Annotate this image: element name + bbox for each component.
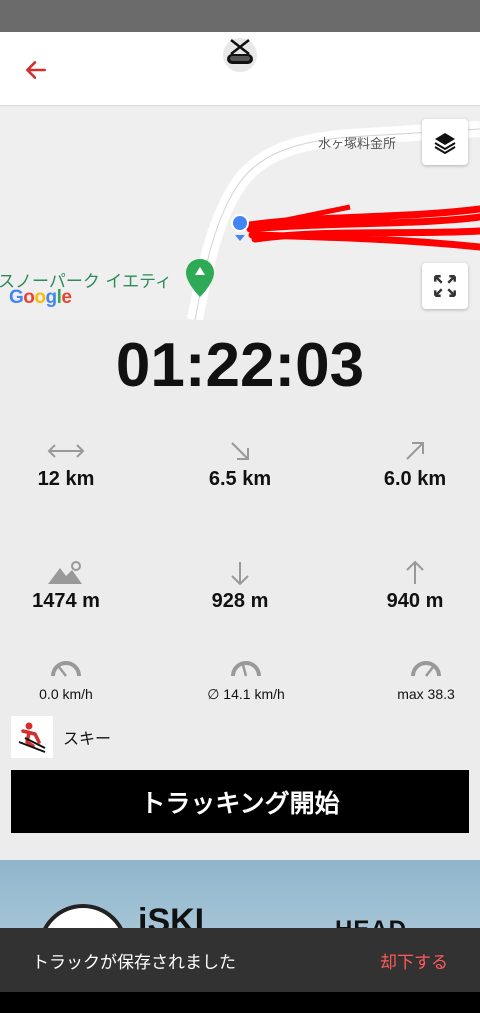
activity-icon-box (11, 716, 53, 758)
current-speed-value: 0.0 km/h (39, 686, 93, 702)
distance-value: 12 km (37, 468, 95, 490)
back-button[interactable] (18, 52, 54, 88)
fullscreen-button[interactable] (422, 263, 468, 309)
arrow-down-right-icon (231, 442, 249, 460)
ascent-distance-value: 6.0 km (383, 468, 447, 490)
arrow-up-right-icon (406, 442, 424, 460)
speedometer-icon (231, 661, 261, 677)
stat-altitude: 1474 m (0, 558, 146, 613)
layers-icon (434, 133, 456, 154)
descent-height-value: 928 m (211, 590, 269, 612)
start-tracking-button[interactable]: トラッキング開始 (11, 770, 469, 833)
arrow-up-icon (406, 560, 424, 584)
arrow-down-icon (231, 562, 249, 586)
stat-distance: 12 km (0, 436, 146, 491)
stat-ascent-height: 940 m (335, 558, 480, 613)
stat-descent-height: 928 m (160, 558, 320, 613)
max-speed-value: max 38.3 (397, 686, 455, 702)
speedometer-icon (411, 661, 441, 677)
snackbar-message: トラックが保存されました (32, 952, 236, 973)
activity-selector[interactable]: スキー (11, 716, 111, 758)
elapsed-time: 01:22:03 (115, 331, 365, 400)
stat-max-speed: max 38.3 (346, 652, 480, 702)
skier-icon (18, 722, 46, 753)
map-view[interactable]: 水ヶ塚料金所 スノーパーク イエティ Google (0, 107, 480, 320)
fullscreen-icon (434, 275, 456, 297)
avg-speed-value: ∅ 14.1 km/h (207, 686, 285, 702)
descent-distance-value: 6.5 km (208, 468, 272, 490)
google-attribution: Google (9, 287, 72, 308)
map-pin-icon[interactable] (186, 259, 214, 297)
ski-goggles-logo-icon (223, 38, 257, 72)
mountain-pin-icon (48, 561, 82, 584)
horizontal-distance-icon (47, 444, 85, 458)
current-location-icon (231, 214, 249, 241)
snackbar: トラックが保存されました 却下する (0, 928, 480, 992)
road-label: 水ヶ塚料金所 (318, 137, 397, 152)
ascent-height-value: 940 m (386, 590, 444, 612)
snackbar-dismiss-button[interactable]: 却下する (380, 948, 448, 973)
stat-avg-speed: ∅ 14.1 km/h (166, 652, 326, 703)
stat-current-speed: 0.0 km/h (0, 652, 146, 702)
arrow-left-icon (26, 61, 46, 79)
speedometer-icon (51, 661, 81, 677)
activity-label: スキー (63, 729, 112, 748)
layers-button[interactable] (422, 119, 468, 165)
status-bar (0, 0, 480, 32)
system-nav-bar (0, 992, 480, 1013)
stat-descent-distance: 6.5 km (160, 436, 320, 491)
stat-ascent-distance: 6.0 km (335, 436, 480, 491)
altitude-value: 1474 m (32, 590, 100, 612)
app-bar (0, 32, 480, 106)
